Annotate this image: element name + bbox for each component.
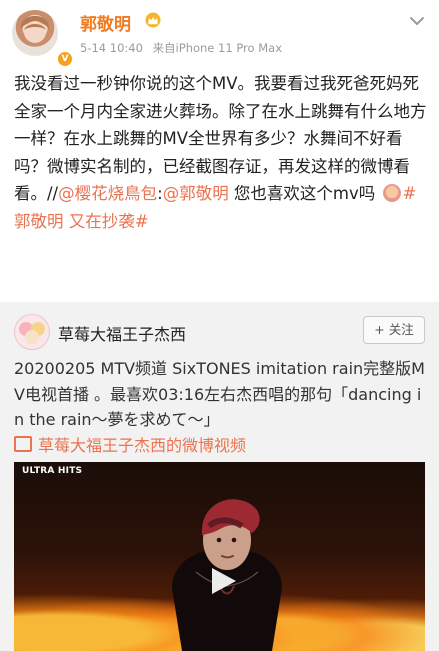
emoji-icon [382, 184, 401, 202]
repost-card[interactable]: 草莓大福王子杰西 + 关注 20200205 MTV频道 SixTONES im… [0, 302, 439, 651]
mention-link[interactable]: @郭敬明 [163, 184, 229, 203]
play-icon[interactable] [203, 562, 241, 600]
author-name[interactable]: 郭敬明 [80, 10, 131, 35]
verified-badge-icon: V [56, 50, 74, 68]
video-channel-logo: ULTRA HITS [22, 466, 83, 476]
chevron-down-icon[interactable] [409, 16, 425, 26]
crown-icon [145, 12, 161, 28]
post-source: 来自iPhone 11 Pro Max [152, 41, 282, 55]
avatar-illustration [21, 16, 49, 43]
post-meta: 5-14 10:40 来自iPhone 11 Pro Max [80, 40, 288, 56]
video-link[interactable]: 草莓大福王子杰西的微博视频 [14, 432, 246, 456]
post-header: V 郭敬明 5-14 10:40 来自iPhone 11 Pro Max [0, 0, 439, 68]
video-player[interactable]: ULTRA HITS [14, 462, 425, 651]
author-avatar[interactable]: V [12, 10, 74, 68]
repost-avatar-art [19, 322, 45, 344]
repost-text: 20200205 MTV频道 SixTONES imitation rain完整… [14, 359, 425, 429]
video-icon [14, 436, 32, 452]
video-link-text[interactable]: 草莓大福王子杰西的微博视频 [38, 436, 246, 455]
post-time: 5-14 10:40 [80, 41, 143, 55]
repost-author-avatar[interactable] [14, 314, 50, 350]
mention-link[interactable]: @樱花烧鳥包 [58, 184, 157, 203]
follow-button[interactable]: + 关注 [363, 316, 425, 344]
post-body: 我没看过一秒钟你说的这个MV。我要看过我死爸死妈死全家一个月内全家进火葬场。除了… [14, 70, 428, 235]
post-body-text-2: 您也喜欢这个mv吗 [228, 184, 381, 203]
repost-author-name[interactable]: 草莓大福王子杰西 [58, 321, 186, 345]
